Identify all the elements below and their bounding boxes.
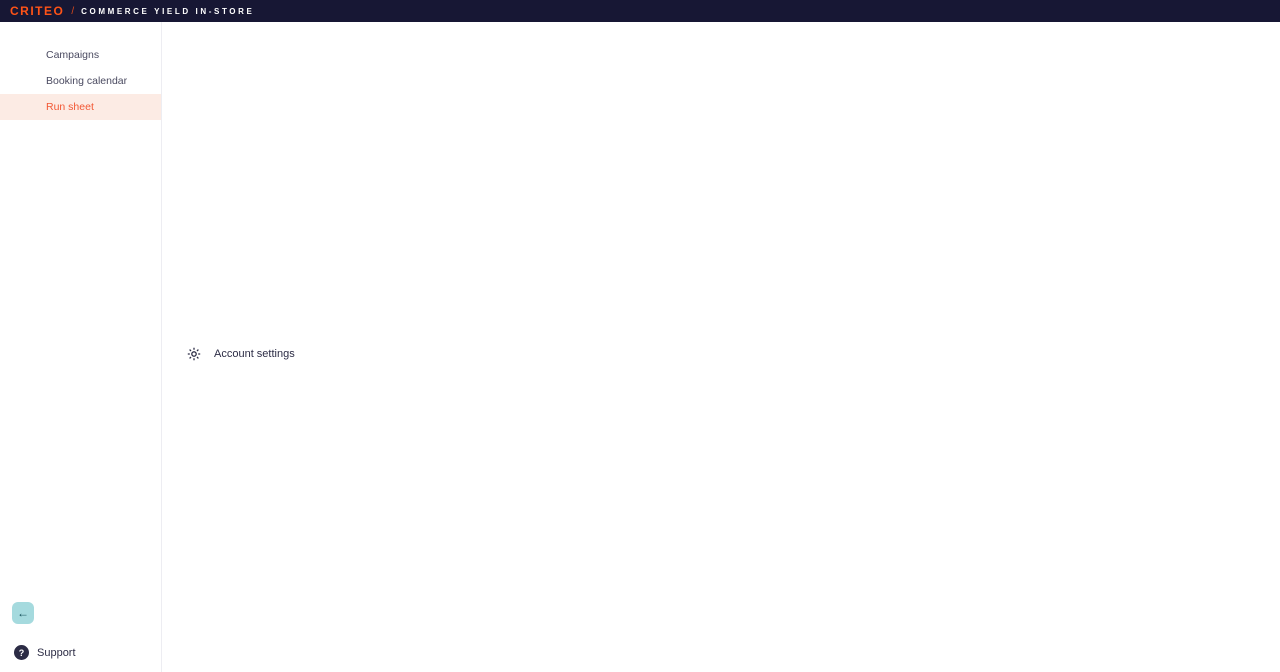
logo-separator: /	[71, 6, 74, 17]
sidebar-item-label: Campaigns	[46, 49, 99, 61]
sidebar: DashboardManage mediaClient managerPropo…	[0, 22, 162, 672]
sidebar-item-label: Run sheet	[46, 101, 94, 113]
sidebar-item-account-settings[interactable]: Account settings	[162, 22, 1280, 672]
sidebar-item-run-sheet[interactable]: Run sheet	[0, 94, 161, 120]
support-label: Support	[37, 647, 76, 659]
account-settings-icon	[186, 346, 202, 362]
sidebar-item-campaigns[interactable]: Campaigns	[0, 42, 161, 68]
sidebar-item-label: Account settings	[214, 348, 295, 360]
sidebar-item-booking-calendar[interactable]: Booking calendar	[0, 68, 161, 94]
criteo-logo: CRITEO	[10, 4, 64, 18]
sidebar-nav: DashboardManage mediaClient managerPropo…	[0, 22, 161, 120]
help-icon: ?	[14, 645, 29, 660]
collapse-sidebar-button[interactable]: ←	[12, 602, 34, 624]
sidebar-item-label: Booking calendar	[46, 75, 127, 87]
topbar: CRITEO / COMMERCE YIELD IN-STORE	[0, 0, 1280, 22]
app-title: COMMERCE YIELD IN-STORE	[81, 7, 254, 16]
support-link[interactable]: ? Support	[14, 645, 76, 660]
